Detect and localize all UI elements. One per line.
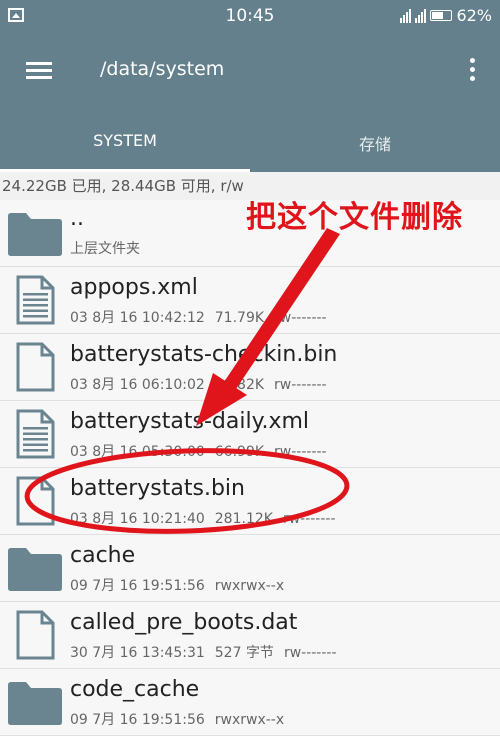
- file-meta: 03 8月 16 05:30:00 66.99K rw-------: [70, 441, 327, 461]
- annotation-text: 把这个文件删除: [246, 200, 463, 235]
- tab-bar: SYSTEM 存储: [0, 108, 500, 172]
- file-perm: rw-------: [274, 310, 327, 326]
- signal-icon: [400, 8, 412, 23]
- document-icon: [6, 275, 64, 325]
- file-list: .. 上层文件夹 appops.xml 03 8月 16 10:42:12 71.79K…: [0, 200, 500, 736]
- file-meta: 30 7月 16 13:45:31 527 字节 rw-------: [70, 642, 337, 662]
- file-list-item[interactable]: called_pre_boots.dat 30 7月 16 13:45:31 527…: [0, 602, 500, 669]
- file-meta: 03 8月 16 10:42:12 71.79K rw-------: [70, 307, 327, 327]
- more-options-icon[interactable]: [470, 58, 476, 82]
- file-list-item[interactable]: code_cache 09 7月 16 19:51:56 rwxrwx--x: [0, 669, 500, 736]
- file-name: appops.xml: [70, 275, 198, 300]
- file-list-item[interactable]: batterystats.bin 03 8月 16 10:21:40 281.12K…: [0, 468, 500, 535]
- file-meta: 09 7月 16 19:51:56 rwxrwx--x: [70, 575, 284, 595]
- folder-icon: [6, 543, 64, 593]
- file-perm: rw-------: [274, 377, 327, 393]
- app-bar: /data/system: [0, 34, 500, 108]
- file-date: 03 8月 16 05:30:00: [70, 444, 205, 460]
- file-size: 38.82K: [214, 377, 265, 393]
- file-name: batterystats-daily.xml: [70, 409, 310, 434]
- file-perm: rw-------: [283, 645, 337, 661]
- file-name: ..: [70, 206, 84, 231]
- file-list-item[interactable]: appops.xml 03 8月 16 10:42:12 71.79K rw-----…: [0, 267, 500, 334]
- current-path: /data/system: [100, 58, 225, 80]
- file-perm: rw-------: [282, 511, 336, 527]
- document-icon: [6, 409, 64, 459]
- file-name: code_cache: [70, 677, 200, 702]
- file-meta: 上层文件夹: [70, 241, 140, 257]
- folder-icon: [6, 677, 64, 727]
- file-date: 09 7月 16 19:51:56: [70, 712, 205, 728]
- file-icon: [6, 342, 64, 392]
- menu-icon[interactable]: [26, 62, 52, 80]
- file-meta: 09 7月 16 19:51:56 rwxrwx--x: [70, 709, 284, 729]
- file-date: 09 7月 16 19:51:56: [70, 578, 205, 594]
- file-size: 281.12K: [214, 511, 273, 527]
- file-date: 30 7月 16 13:45:31: [70, 645, 205, 661]
- file-icon: [6, 476, 64, 526]
- tab-system[interactable]: SYSTEM: [0, 108, 250, 172]
- file-perm: rw-------: [274, 444, 327, 460]
- file-name: batterystats.bin: [70, 476, 245, 501]
- file-size: 66.99K: [214, 444, 265, 460]
- status-right: 62%: [400, 6, 492, 25]
- file-size: 71.79K: [214, 310, 265, 326]
- file-name: called_pre_boots.dat: [70, 610, 298, 635]
- tab-storage[interactable]: 存储: [250, 108, 500, 172]
- file-meta: 03 8月 16 06:10:02 38.82K rw-------: [70, 374, 327, 394]
- status-bar: 10:45 62%: [0, 0, 500, 34]
- file-list-item[interactable]: batterystats-checkin.bin 03 8月 16 06:10:0…: [0, 334, 500, 401]
- battery-icon: [430, 10, 453, 21]
- file-list-item[interactable]: cache 09 7月 16 19:51:56 rwxrwx--x: [0, 535, 500, 602]
- file-date: 03 8月 16 10:42:12: [70, 310, 205, 326]
- file-date: 03 8月 16 06:10:02: [70, 377, 205, 393]
- file-list-item[interactable]: batterystats-daily.xml 03 8月 16 05:30:00 6…: [0, 401, 500, 468]
- file-date: 03 8月 16 10:21:40: [70, 511, 205, 527]
- file-meta: 03 8月 16 10:21:40 281.12K rw-------: [70, 508, 336, 528]
- battery-percent: 62%: [456, 6, 492, 25]
- file-perm: rwxrwx--x: [214, 578, 285, 594]
- signal-icon-2: [415, 8, 427, 23]
- file-perm: rwxrwx--x: [214, 712, 285, 728]
- file-size: 527 字节: [214, 645, 274, 661]
- file-icon: [6, 610, 64, 660]
- file-name: batterystats-checkin.bin: [70, 342, 338, 367]
- folder-icon: [6, 208, 64, 258]
- file-name: cache: [70, 543, 136, 568]
